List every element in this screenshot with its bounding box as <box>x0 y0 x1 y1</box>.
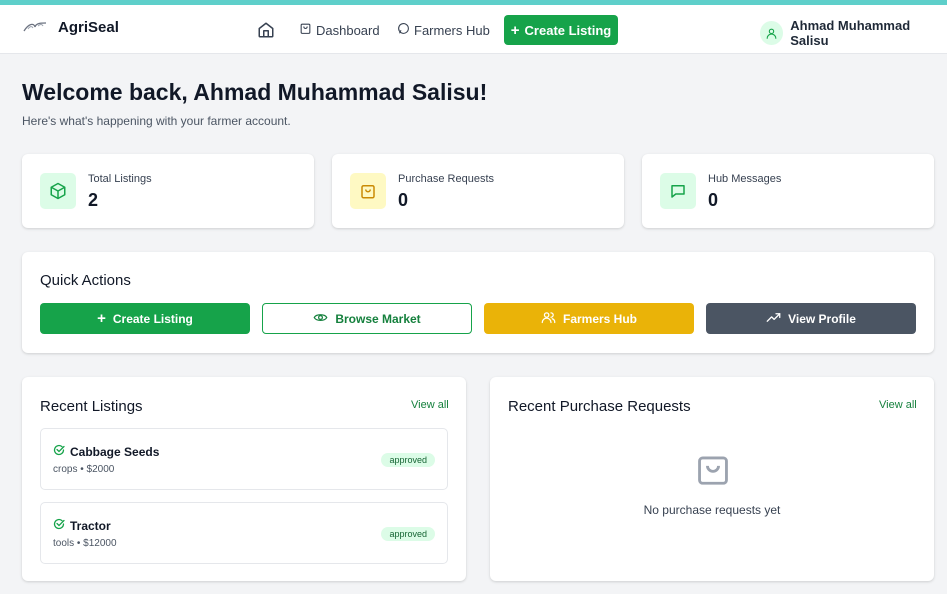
listing-title: Cabbage Seeds <box>53 444 159 459</box>
farmers-hub-label: Farmers Hub <box>562 311 638 326</box>
plus-icon: + <box>510 21 520 39</box>
view-profile-label: View Profile <box>788 311 856 326</box>
navbar: AgriSeal Dashboard Farmers Hub + Create … <box>0 5 947 54</box>
shopping-bag-icon <box>694 450 732 488</box>
listing-meta: tools • $12000 <box>53 538 117 549</box>
recent-listings-view-all-link[interactable]: View all <box>411 399 449 411</box>
stat-card-total-listings: Total Listings 2 <box>22 154 314 228</box>
status-badge: approved <box>381 453 435 467</box>
page-subtitle: Here's what's happening with your farmer… <box>22 114 291 128</box>
listing-item[interactable]: Tractor tools • $12000 approved <box>40 502 448 564</box>
brand-name: AgriSeal <box>58 18 119 36</box>
recent-requests-title: Recent Purchase Requests <box>508 398 691 415</box>
browse-market-label: Browse Market <box>335 311 421 326</box>
home-icon[interactable] <box>257 21 275 39</box>
listing-name: Tractor <box>70 518 111 533</box>
nav-create-listing-button[interactable]: + Create Listing <box>504 15 618 45</box>
quick-actions-title: Quick Actions <box>40 272 131 289</box>
recent-requests-view-all-link[interactable]: View all <box>879 399 917 411</box>
nav-dashboard-label: Dashboard <box>316 22 380 38</box>
listing-meta: crops • $2000 <box>53 464 115 475</box>
user-name: Ahmad Muhammad Salisu <box>790 18 911 48</box>
recent-listings-card: Recent Listings View all Cabbage Seeds c… <box>22 377 466 581</box>
listing-title: Tractor <box>53 518 111 533</box>
create-listing-label: Create Listing <box>112 311 193 326</box>
status-badge: approved <box>381 527 435 541</box>
nav-dashboard[interactable]: Dashboard <box>299 22 380 38</box>
create-listing-button[interactable]: + Create Listing <box>40 303 250 334</box>
package-icon <box>40 173 76 209</box>
quick-actions-card: Quick Actions + Create Listing Browse Ma… <box>22 252 934 353</box>
users-icon <box>541 310 556 328</box>
trending-up-icon <box>766 310 781 328</box>
stat-value: 2 <box>88 190 99 210</box>
user-menu[interactable]: Ahmad Muhammad Salisu <box>760 18 947 48</box>
listing-item[interactable]: Cabbage Seeds crops • $2000 approved <box>40 428 448 490</box>
nav-create-listing-label: Create Listing <box>524 22 612 38</box>
empty-state-text: No purchase requests yet <box>643 503 781 517</box>
stat-label: Total Listings <box>88 173 152 185</box>
page-title: Welcome back, Ahmad Muhammad Salisu! <box>22 79 488 105</box>
listing-name: Cabbage Seeds <box>70 444 160 459</box>
message-circle-icon <box>397 22 410 38</box>
stat-label: Purchase Requests <box>398 173 494 185</box>
stat-value: 0 <box>708 190 719 210</box>
eye-icon <box>313 310 328 328</box>
farmers-hub-button[interactable]: Farmers Hub <box>484 303 694 334</box>
nav-farmers-hub[interactable]: Farmers Hub <box>397 22 490 38</box>
check-circle-icon <box>53 444 65 459</box>
shopping-bag-icon <box>299 22 312 38</box>
nav-farmers-hub-label: Farmers Hub <box>414 22 490 38</box>
message-icon <box>660 173 696 209</box>
shopping-bag-icon <box>350 173 386 209</box>
check-circle-icon <box>53 518 65 533</box>
stat-card-hub-messages: Hub Messages 0 <box>642 154 934 228</box>
view-profile-button[interactable]: View Profile <box>706 303 916 334</box>
stat-value: 0 <box>398 190 409 210</box>
browse-market-button[interactable]: Browse Market <box>262 303 472 334</box>
user-avatar-icon <box>760 21 784 45</box>
recent-requests-card: Recent Purchase Requests View all No pur… <box>490 377 934 581</box>
stat-label: Hub Messages <box>708 173 782 185</box>
recent-listings-title: Recent Listings <box>40 398 143 415</box>
stat-card-purchase-requests: Purchase Requests 0 <box>332 154 624 228</box>
plus-icon: + <box>97 310 106 327</box>
brand[interactable]: AgriSeal <box>22 17 119 37</box>
leaf-logo-icon <box>22 17 50 37</box>
